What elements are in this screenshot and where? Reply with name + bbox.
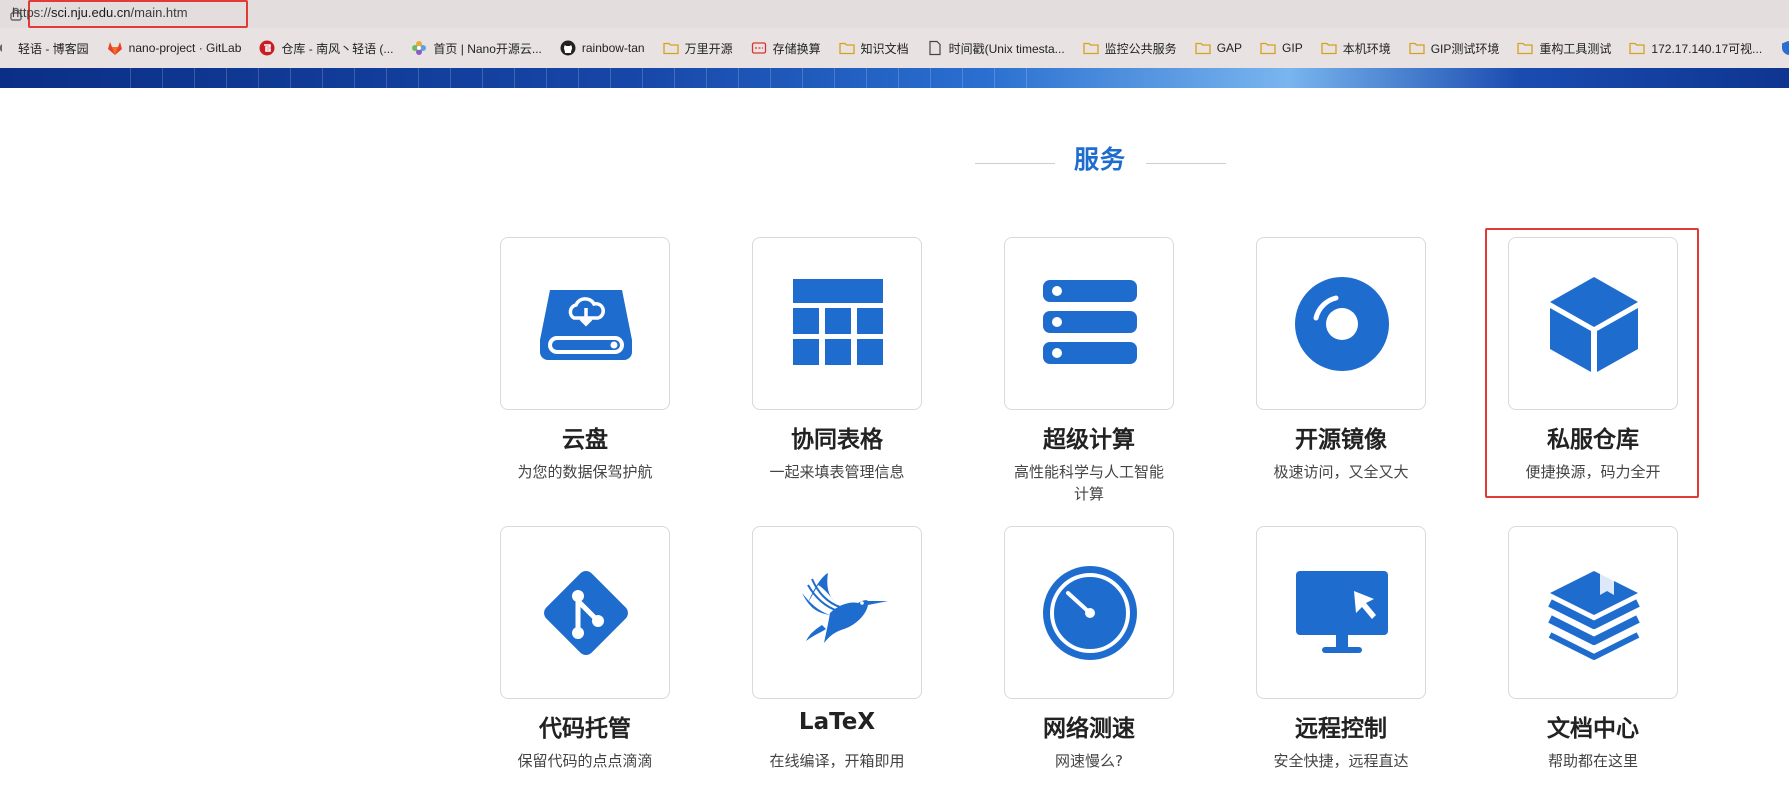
service-name[interactable]: 网络测速 [989, 709, 1189, 743]
table-icon [793, 279, 883, 365]
shield-icon [1782, 41, 1789, 55]
remote-desktop-icon [1296, 571, 1388, 653]
service-name[interactable]: 文档中心 [1493, 709, 1693, 743]
title-divider-right [1146, 163, 1226, 164]
service-name[interactable]: 开源镜像 [1241, 420, 1441, 454]
bookmark-label: 仓库 - 南风丶轻语 (... [281, 41, 394, 56]
bookmark-nano[interactable]: 首页 | Nano开源云... [405, 34, 547, 62]
service-card-open-mirror[interactable] [1256, 237, 1426, 410]
folder-icon [1517, 42, 1534, 55]
service-name[interactable]: 代码托管 [485, 709, 685, 743]
page-icon [929, 40, 941, 56]
service-name[interactable]: 远程控制 [1241, 709, 1441, 743]
bookmark-folder[interactable]: 万里开源 [657, 34, 739, 62]
bookmark-folder[interactable]: 知识文档 [833, 34, 915, 62]
bookmark-timestamp[interactable]: 时间戳(Unix timesta... [921, 34, 1071, 62]
bookmark-folder[interactable]: 监控公共服务 [1077, 34, 1183, 62]
bookmark-label: GIP [1282, 41, 1303, 55]
service-name[interactable]: 超级计算 [989, 420, 1189, 454]
address-bar: https://sci.nju.edu.cn/main.htm [0, 0, 1789, 28]
url-scheme: https:// [12, 5, 52, 20]
docs-stack-icon [1548, 571, 1640, 660]
folder-icon [1083, 42, 1099, 55]
bookmark-gitee[interactable]: 仓库 - 南风丶轻语 (... [253, 34, 399, 62]
service-name[interactable]: LaTeX [737, 709, 937, 735]
bookmark-label: 本机环境 [1342, 41, 1391, 56]
bookmark-label: 首页 | Nano开源云... [433, 41, 542, 56]
bookmark-label: 知识文档 [860, 41, 909, 56]
folder-icon [1629, 42, 1646, 55]
calc-icon [751, 42, 766, 54]
service-name[interactable]: 协同表格 [737, 420, 937, 454]
banner-pattern [130, 68, 1030, 88]
github-icon [560, 40, 576, 56]
bookmark-folder[interactable]: 本机环境 [1315, 34, 1397, 62]
bookmark-folder[interactable]: GIP [1254, 34, 1309, 62]
bookmark-folder[interactable]: 172.17.140.17可视... [1623, 34, 1768, 62]
bookmark-label: 时间戳(Unix timesta... [948, 41, 1065, 56]
bookmark-label: 存储换算 [772, 41, 821, 56]
url-host: sci.nju.edu.cn [51, 5, 131, 20]
bookmark-storage-calc[interactable]: 存储换算 [745, 34, 827, 62]
bookmark-gitlab[interactable]: nano-project · GitLab [101, 34, 248, 62]
service-card-speed-test[interactable] [1004, 526, 1174, 699]
bookmark-label: GIP测试环境 [1430, 41, 1500, 56]
gitee-icon [259, 40, 275, 56]
folder-icon [1321, 42, 1337, 55]
service-card-supercomputing[interactable] [1004, 237, 1174, 410]
service-name[interactable]: 云盘 [485, 420, 685, 454]
git-icon [544, 571, 628, 655]
bookmarks-bar: 轻语 - 博客园 nano-project · GitLab 仓库 - 南风丶轻… [0, 28, 1789, 68]
service-desc: 一起来填表管理信息 [769, 463, 905, 481]
folder-icon [1195, 42, 1211, 55]
section-title: 服务 [1073, 145, 1126, 174]
url-field[interactable]: https://sci.nju.edu.cn/main.htm [12, 5, 188, 20]
bookmark-folder[interactable]: GIP测试环境 [1403, 34, 1506, 62]
service-desc: 安全快捷，远程直达 [1273, 752, 1409, 770]
folder-icon [1260, 42, 1276, 55]
bookmark-label: 万里开源 [684, 41, 733, 56]
service-desc: 保留代码的点点滴滴 [517, 752, 653, 770]
service-card-latex[interactable] [752, 526, 922, 699]
blog-icon [0, 44, 2, 52]
flower-icon [412, 41, 427, 55]
service-card-cloud-drive[interactable] [500, 237, 670, 410]
bookmark-label: rainbow-tan [581, 41, 645, 55]
server-icon [1043, 280, 1137, 364]
url-path: /main.htm [130, 5, 188, 20]
service-desc: 高性能科学与人工智能计算 [1013, 463, 1164, 503]
service-desc: 极速访问，又全又大 [1273, 463, 1409, 481]
bookmark-label: 172.17.140.17可视... [1651, 41, 1763, 56]
bookmark-folder[interactable]: 重构工具测试 [1511, 34, 1617, 62]
bookmark-folder[interactable]: GAP [1189, 34, 1248, 62]
hummingbird-icon [802, 573, 888, 643]
service-desc: 网速慢么? [1055, 752, 1123, 770]
gitlab-icon [107, 42, 122, 55]
folder-icon [838, 42, 855, 55]
service-desc: 帮助都在这里 [1547, 752, 1638, 770]
header-banner [0, 68, 1789, 88]
disc-icon [1295, 277, 1389, 371]
bookmark-label: nano-project · GitLab [128, 41, 242, 55]
folder-icon [1409, 42, 1425, 55]
bookmark-blog[interactable]: 轻语 - 博客园 [0, 34, 95, 62]
bookmark-label: 重构工具测试 [1539, 41, 1612, 56]
bookmark-label: 轻语 - 博客园 [18, 41, 89, 56]
folder-icon [662, 42, 679, 55]
speedometer-icon [1043, 566, 1137, 660]
service-card-collab-table[interactable] [752, 237, 922, 410]
service-card-code-hosting[interactable] [500, 526, 670, 699]
bookmark-label: 监控公共服务 [1104, 41, 1177, 56]
cloud-drive-icon [540, 290, 632, 360]
highlight-box [1485, 228, 1699, 498]
service-card-docs-center[interactable] [1508, 526, 1678, 699]
service-card-remote-control[interactable] [1256, 526, 1426, 699]
bookmark-label: GAP [1216, 41, 1243, 55]
bookmark-misc[interactable]: 文 [1774, 34, 1789, 62]
service-desc: 在线编译，开箱即用 [769, 752, 905, 770]
bookmark-github[interactable]: rainbow-tan [554, 34, 651, 62]
service-desc: 为您的数据保驾护航 [517, 463, 653, 481]
